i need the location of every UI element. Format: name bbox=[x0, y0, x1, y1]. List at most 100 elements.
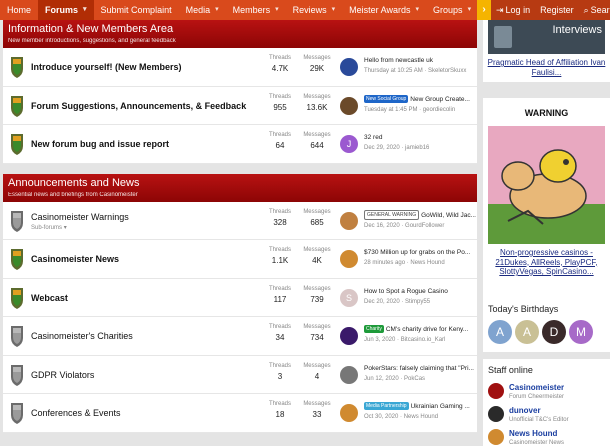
nav-item-members[interactable]: Members ▾ bbox=[226, 0, 286, 20]
warning-cartoon[interactable] bbox=[488, 126, 605, 244]
chevron-down-icon[interactable]: ▾ bbox=[416, 0, 420, 20]
forum-shield-icon bbox=[9, 286, 25, 310]
nav-item-forums[interactable]: Forums ▾ bbox=[38, 0, 94, 20]
forum-title[interactable]: GDPR Violators bbox=[31, 370, 94, 380]
birthday-avatar[interactable]: A bbox=[488, 320, 512, 344]
latest-thread-link[interactable]: GENERAL WARNING GoWild, Wild Jac... bbox=[364, 209, 476, 221]
category-header[interactable]: Announcements and News Essential news and… bbox=[3, 173, 477, 202]
latest-poster-avatar[interactable] bbox=[340, 96, 358, 115]
nav-item-media[interactable]: Media ▾ bbox=[179, 0, 226, 20]
latest-meta: 28 minutes ago · News Hound bbox=[364, 260, 445, 266]
staff-avatar[interactable] bbox=[488, 406, 504, 422]
messages-stat: Messages 33 bbox=[303, 401, 331, 419]
staff-role: Forum Cheermeister bbox=[509, 394, 565, 400]
subforums-toggle[interactable]: Sub-forums ▾ bbox=[31, 224, 67, 231]
birthday-avatar[interactable]: A bbox=[515, 320, 539, 344]
interviews-label: Interviews bbox=[552, 24, 602, 36]
forum-row: Forum Suggestions, Announcements, & Feed… bbox=[3, 87, 477, 125]
staff-avatar[interactable] bbox=[488, 429, 504, 445]
threads-stat: Threads 18 bbox=[268, 401, 291, 419]
forum-row: Conferences & Events Threads 18 Messages 33 M… bbox=[3, 394, 477, 433]
latest-thread-link[interactable]: Charity CM's charity drive for Keny... bbox=[364, 325, 476, 335]
threads-stat: Threads 1.1K bbox=[268, 247, 291, 265]
chevron-down-icon[interactable]: ▾ bbox=[275, 0, 279, 20]
nav-item-meister-awards[interactable]: Meister Awards ▾ bbox=[342, 0, 426, 20]
birthday-avatar[interactable]: D bbox=[542, 320, 566, 344]
latest-thread-link[interactable]: Hello from newcastle uk bbox=[364, 56, 476, 66]
forum-title[interactable]: Forum Suggestions, Announcements, & Feed… bbox=[31, 101, 246, 111]
chevron-down-icon[interactable]: ▾ bbox=[332, 0, 336, 20]
messages-stat: Messages 734 bbox=[303, 324, 331, 342]
latest-thread-link[interactable]: PokerStars: falsely claiming that "Pri..… bbox=[364, 364, 476, 374]
search-link[interactable]: ⌕ Search bbox=[579, 0, 610, 20]
forum-row: GDPR Violators Threads 3 Messages 4 PokerStar… bbox=[3, 356, 477, 394]
staff-list: Casinomeister Forum Cheermeister dunover Un… bbox=[483, 381, 610, 446]
forum-title[interactable]: Conferences & Events bbox=[31, 408, 121, 418]
interviews-caption[interactable]: Pragmatic Head of Affiliation Ivan Fauli… bbox=[486, 58, 607, 78]
latest-thread-link[interactable]: New Social Group New Group Create... bbox=[364, 94, 476, 105]
staff-panel: Staff online Casinomeister Forum Cheermei… bbox=[483, 359, 610, 446]
latest-meta: Dec 29, 2020 · jamieb16 bbox=[364, 145, 430, 151]
birthday-avatar[interactable]: M bbox=[569, 320, 593, 344]
latest-thread-link[interactable]: $730 Million up for grabs on the Po... bbox=[364, 248, 476, 258]
nav-item-submit-complaint[interactable]: Submit Complaint bbox=[94, 0, 179, 20]
top-nav: Home Forums ▾ Submit Complaint Media ▾ Members… bbox=[0, 0, 610, 20]
latest-thread-link[interactable]: How to Spot a Rogue Casino bbox=[364, 287, 476, 297]
latest-post: Charity CM's charity drive for Keny... Jun… bbox=[364, 325, 476, 345]
category-header[interactable]: Information & New Members Area New member… bbox=[3, 20, 477, 48]
nav-item-reviews[interactable]: Reviews ▾ bbox=[286, 0, 343, 20]
forum-title[interactable]: Casinomeister's Charities bbox=[31, 331, 133, 341]
forum-row: Casinomeister's Charities Threads 34 Messag… bbox=[3, 317, 477, 356]
forum-title[interactable]: Casinomeister News bbox=[31, 254, 119, 264]
latest-poster-avatar[interactable] bbox=[340, 327, 358, 345]
latest-poster-avatar[interactable] bbox=[340, 211, 358, 230]
latest-poster-avatar[interactable]: J bbox=[340, 135, 358, 153]
chevron-down-icon: ▾ bbox=[63, 224, 67, 231]
forum-title[interactable]: Webcast bbox=[31, 293, 68, 303]
warning-panel: WARNING Non-progressive casinos - 21Duke… bbox=[483, 98, 610, 310]
category-title[interactable]: Announcements and News bbox=[8, 177, 472, 190]
messages-stat: Messages 13.6K bbox=[303, 93, 331, 112]
staff-name[interactable]: News Hound bbox=[509, 429, 564, 439]
nav-item-groups[interactable]: Groups ▾ bbox=[426, 0, 478, 20]
nav-account: ⇥ Log in Register ⌕ Search bbox=[491, 0, 610, 20]
latest-meta: Dec 20, 2020 · Stimpy55 bbox=[364, 298, 431, 305]
forum-shield-icon bbox=[9, 132, 25, 156]
latest-post: New Social Group New Group Create... Tuesd… bbox=[364, 94, 476, 115]
interviews-banner[interactable]: Interviews bbox=[488, 20, 605, 54]
staff-member: dunover Unofficial T&C's Editor bbox=[483, 404, 610, 427]
forum-shield-icon bbox=[9, 363, 25, 387]
nav-scroll-right-icon[interactable]: › bbox=[477, 0, 491, 20]
latest-poster-avatar[interactable] bbox=[340, 58, 358, 76]
latest-thread-link[interactable]: 32 red bbox=[364, 133, 476, 143]
warning-cartoon-image bbox=[488, 149, 605, 244]
forum-title[interactable]: Introduce yourself! (New Members) bbox=[31, 62, 182, 72]
staff-avatar[interactable] bbox=[488, 383, 504, 399]
latest-poster-avatar[interactable] bbox=[340, 404, 358, 422]
latest-thread-link[interactable]: Media Partnership Ukrainian Gaming ... bbox=[364, 402, 476, 412]
forum-row: Webcast Threads 117 Messages 739 S How to Spot… bbox=[3, 279, 477, 317]
warning-caption[interactable]: Non-progressive casinos - 21Dukes, AllRe… bbox=[486, 248, 607, 277]
latest-post: 32 red Dec 29, 2020 · jamieb16 bbox=[364, 133, 476, 153]
forum-row: Introduce yourself! (New Members) Threads… bbox=[3, 48, 477, 87]
latest-poster-avatar[interactable] bbox=[340, 250, 358, 268]
login-link[interactable]: ⇥ Log in bbox=[491, 0, 535, 20]
latest-poster-avatar[interactable]: S bbox=[340, 288, 358, 307]
latest-poster-avatar[interactable] bbox=[340, 365, 358, 384]
staff-name[interactable]: dunover bbox=[509, 406, 569, 416]
nav-item-home[interactable]: Home bbox=[0, 0, 38, 20]
thread-prefix-badge: New Social Group bbox=[364, 94, 409, 103]
chevron-down-icon[interactable]: ▾ bbox=[215, 0, 219, 20]
chevron-down-icon[interactable]: ▾ bbox=[83, 0, 87, 20]
threads-stat: Threads 34 bbox=[268, 324, 291, 342]
chevron-down-icon[interactable]: ▾ bbox=[468, 0, 472, 20]
staff-name[interactable]: Casinomeister bbox=[509, 383, 564, 393]
forum-title[interactable]: New forum bug and issue report bbox=[31, 139, 169, 149]
forum-title[interactable]: Casinomeister Warnings bbox=[31, 212, 129, 222]
category-title[interactable]: Information & New Members Area bbox=[8, 23, 472, 36]
forum-shield-icon bbox=[9, 55, 25, 79]
threads-stat: Threads 955 bbox=[268, 93, 291, 112]
staff-role: Casinomeister News bbox=[509, 440, 565, 446]
register-link[interactable]: Register bbox=[535, 0, 579, 20]
messages-stat: Messages 4 bbox=[303, 362, 331, 381]
